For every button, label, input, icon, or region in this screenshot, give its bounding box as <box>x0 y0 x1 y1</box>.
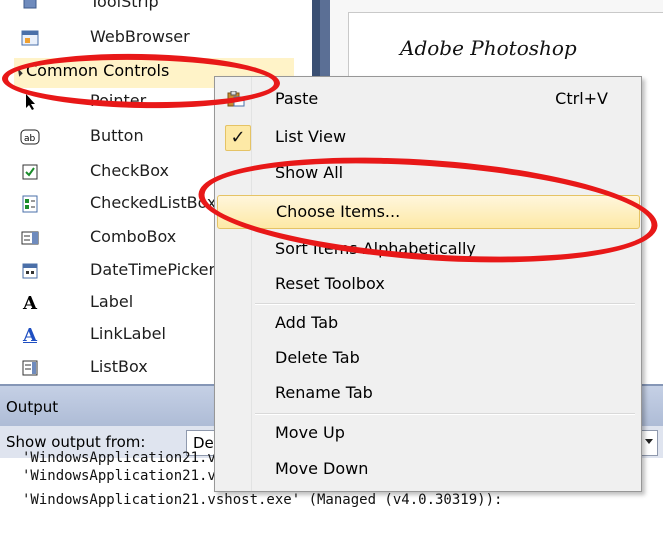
toolbox-item-label: LinkLabel <box>90 324 166 343</box>
menu-item-label: Paste <box>275 89 319 108</box>
listbox-icon <box>20 358 40 378</box>
checkbox-icon <box>20 162 40 182</box>
toolbox-item-label: ComboBox <box>90 227 177 246</box>
button-icon: ab <box>20 127 40 147</box>
toolbox-item-label: ListBox <box>90 357 148 376</box>
output-panel-title: Output <box>6 398 59 416</box>
menu-item-label: Move Down <box>275 459 369 478</box>
toolbox-item-label: Label <box>90 292 134 311</box>
menu-item-move-down[interactable]: Move Down <box>217 453 638 485</box>
output-line: 'WindowsApplication21.vshost.exe' (Manag… <box>22 492 503 508</box>
toolbox-item-label: DateTimePicker <box>90 260 216 279</box>
toolbox-item-label: CheckedListBox <box>90 193 217 212</box>
menu-item-rename-tab[interactable]: Rename Tab <box>217 377 638 409</box>
datetimepicker-icon <box>20 261 40 281</box>
linklabel-icon: A <box>23 324 37 346</box>
menu-item-delete-tab[interactable]: Delete Tab <box>217 342 638 374</box>
toolbox-item-label: Button <box>90 126 144 145</box>
svg-text:ab: ab <box>24 134 36 144</box>
menu-item-paste[interactable]: Paste Ctrl+V <box>217 83 638 115</box>
menu-item-label: Reset Toolbox <box>275 274 385 293</box>
menu-item-reset-toolbox[interactable]: Reset Toolbox <box>217 268 638 300</box>
menu-item-move-up[interactable]: Move Up <box>217 417 638 449</box>
menu-item-shortcut: Ctrl+V <box>555 89 608 108</box>
menu-item-label: Delete Tab <box>275 348 360 367</box>
webbrowser-icon <box>20 28 40 48</box>
check-icon: ✓ <box>225 125 251 151</box>
toolbox-item-label: WebBrowser <box>90 27 190 46</box>
chevron-down-icon[interactable] <box>645 439 653 444</box>
label-icon: A <box>23 292 37 314</box>
menu-item-label: Add Tab <box>275 313 339 332</box>
menu-separator <box>255 413 635 415</box>
show-output-from-label: Show output from: <box>6 433 146 451</box>
toolbox-item-label: ToolStrip <box>90 0 159 11</box>
menu-item-label: Move Up <box>275 423 345 442</box>
menu-separator <box>255 303 635 305</box>
toolbox-context-menu: Paste Ctrl+V ✓ List View Show All Choose… <box>214 76 642 492</box>
form-title: Adobe Photoshop <box>400 36 577 60</box>
toolbox-item-webbrowser[interactable]: WebBrowser <box>0 22 300 55</box>
checkedlistbox-icon <box>20 194 40 214</box>
toolbox-item-toolstrip[interactable]: ToolStrip <box>0 0 300 19</box>
toolbox-item-label: CheckBox <box>90 161 169 180</box>
menu-item-list-view[interactable]: ✓ List View <box>217 121 638 153</box>
menu-item-label: Rename Tab <box>275 383 373 402</box>
menu-item-add-tab[interactable]: Add Tab <box>217 307 638 339</box>
toolstrip-icon <box>20 0 40 12</box>
combobox-icon <box>20 228 40 248</box>
menu-item-label: List View <box>275 127 347 146</box>
